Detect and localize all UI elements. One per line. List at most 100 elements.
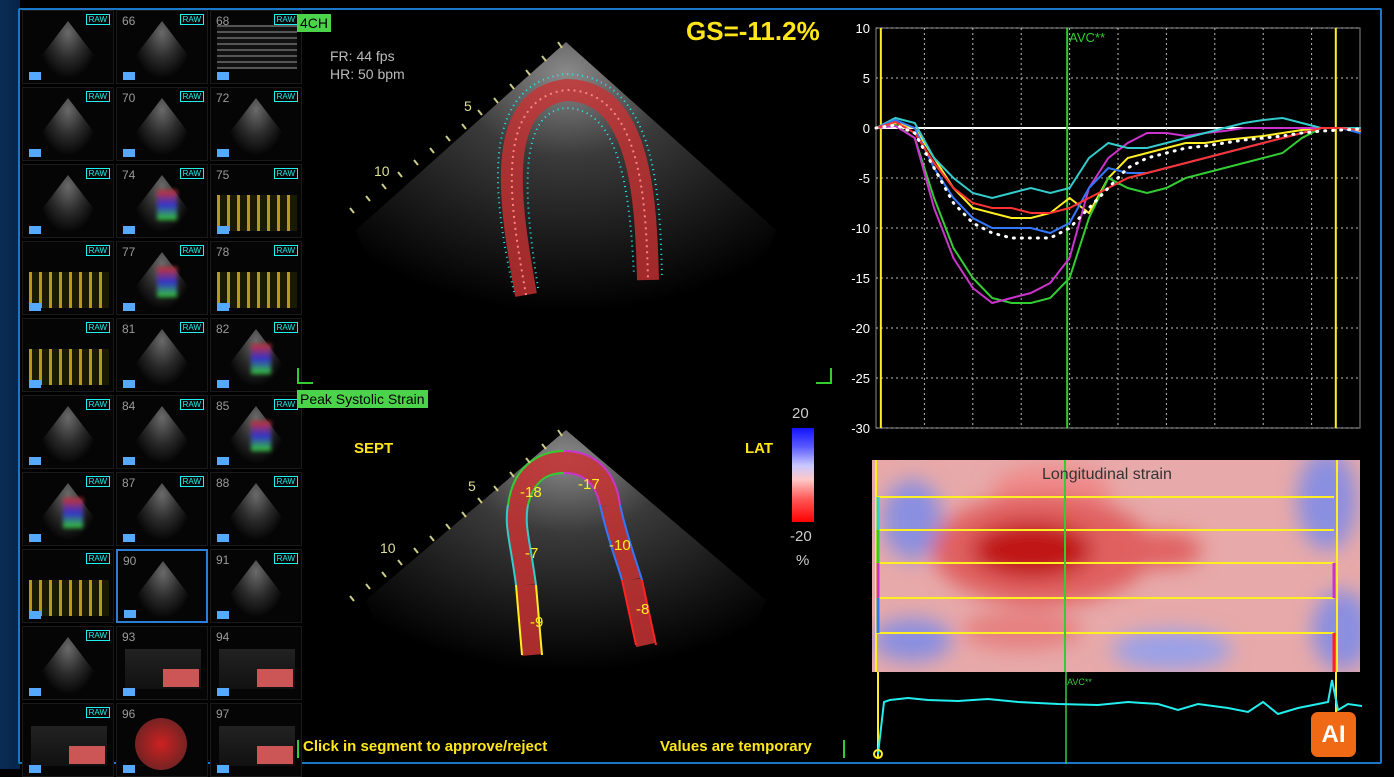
raw-badge: RAW [85, 399, 110, 410]
thumbnail-image [135, 718, 187, 770]
thumbnail-number: 72 [216, 91, 230, 105]
thumbnail-image [225, 98, 287, 156]
depth-label-10: 10 [380, 540, 396, 556]
thumbnail-number: 81 [122, 322, 136, 336]
thumbnail-number: 82 [216, 322, 230, 336]
thumbnail-number: 85 [216, 399, 230, 413]
thumbnail-number: 87 [122, 476, 136, 490]
raw-badge: RAW [179, 476, 204, 487]
thumbnail[interactable]: RAW [22, 164, 114, 238]
thumbnail[interactable]: 68 RAW [210, 10, 302, 84]
thumbnail-number: 75 [216, 168, 230, 182]
thumbnail-status-icon [29, 534, 41, 542]
thumbnail[interactable]: 78 RAW [210, 241, 302, 315]
thumbnail-status-icon [217, 534, 229, 542]
thumbnail-image [37, 98, 99, 156]
thumbnail[interactable]: 97 [210, 703, 302, 777]
strain-curves-chart[interactable]: 10 5 0 -5 -10 -15 -20 -25 -30 AVC** [840, 18, 1370, 438]
thumbnail-status-icon [29, 611, 41, 619]
thumbnail[interactable]: RAW [22, 10, 114, 84]
thumbnail[interactable]: 90 [116, 549, 208, 623]
raw-badge: RAW [179, 322, 204, 333]
thumbnail-image [63, 498, 83, 528]
temporary-note: Values are temporary [660, 738, 812, 755]
raw-badge: RAW [85, 322, 110, 333]
thumbnail-status-icon [123, 765, 135, 773]
echo-view-top[interactable] [296, 30, 836, 390]
thumbnail-number: 90 [123, 554, 137, 568]
thumbnail-status-icon [29, 688, 41, 696]
thumbnail[interactable]: 70 RAW [116, 87, 208, 161]
strain-view-tag[interactable]: Peak Systolic Strain [297, 390, 428, 408]
segment-strain-label[interactable]: -18 [520, 484, 542, 501]
y-tick-label: -10 [851, 221, 870, 236]
thumbnail-status-icon [124, 610, 136, 618]
thumbnail-image [31, 726, 107, 766]
thumbnail[interactable]: RAW [22, 626, 114, 700]
thumbnail-status-icon [123, 457, 135, 465]
thumbnail-status-icon [217, 611, 229, 619]
segment-strain-label[interactable]: -17 [578, 476, 600, 493]
strain-map[interactable] [872, 460, 1360, 672]
thumbnail-number: 91 [216, 553, 230, 567]
thumbnail-image [29, 349, 109, 385]
echo-view-bottom[interactable] [296, 410, 796, 730]
thumbnail-status-icon [217, 380, 229, 388]
ai-badge[interactable]: AI [1311, 712, 1356, 757]
thumbnail[interactable]: 66 RAW [116, 10, 208, 84]
thumbnail[interactable]: 91 RAW [210, 549, 302, 623]
thumbnail[interactable]: 87 RAW [116, 472, 208, 546]
thumbnail[interactable]: RAW [22, 87, 114, 161]
thumbnail-image [219, 726, 295, 766]
strain-map-title: Longitudinal strain [1042, 466, 1172, 483]
raw-badge: RAW [179, 14, 204, 25]
y-tick-label: -25 [851, 371, 870, 386]
thumbnail-image [131, 406, 193, 464]
thumbnail-image [29, 272, 109, 308]
thumbnail[interactable]: 77 RAW [116, 241, 208, 315]
thumbnail[interactable]: 74 RAW [116, 164, 208, 238]
thumbnail[interactable]: 94 [210, 626, 302, 700]
thumbnail-status-icon [217, 457, 229, 465]
thumbnail[interactable]: RAW [22, 395, 114, 469]
thumbnail[interactable]: RAW [22, 318, 114, 392]
thumbnail-number: 66 [122, 14, 136, 28]
segment-strain-label[interactable]: -10 [609, 537, 631, 554]
thumbnail-number: 84 [122, 399, 136, 413]
depth-label-5: 5 [464, 98, 472, 114]
thumbnail-image [225, 483, 287, 541]
thumbnail[interactable]: RAW [22, 241, 114, 315]
thumbnail-image [125, 649, 201, 689]
colorbar-unit: % [796, 552, 810, 569]
avc-label: AVC** [1069, 30, 1105, 45]
thumbnail[interactable]: 82 RAW [210, 318, 302, 392]
thumbnail[interactable]: RAW [22, 549, 114, 623]
raw-badge: RAW [179, 245, 204, 256]
thumbnail-status-icon [123, 380, 135, 388]
thumbnail[interactable]: 88 RAW [210, 472, 302, 546]
thumbnail[interactable]: 72 RAW [210, 87, 302, 161]
raw-badge: RAW [179, 399, 204, 410]
thumbnail-image [131, 21, 193, 79]
thumbnail-status-icon [217, 226, 229, 234]
thumbnail[interactable]: 81 RAW [116, 318, 208, 392]
thumbnail-number: 94 [216, 630, 230, 644]
thumbnail[interactable]: 96 [116, 703, 208, 777]
thumbnail[interactable]: 84 RAW [116, 395, 208, 469]
thumbnail[interactable]: 85 RAW [210, 395, 302, 469]
ecg-line [877, 679, 1362, 755]
thumbnail[interactable]: RAW [22, 472, 114, 546]
ecg-trace[interactable] [868, 672, 1362, 764]
raw-badge: RAW [273, 322, 298, 333]
thumbnail-strip: RAW 66 RAW 68 RAW RAW 70 RAW 72 RAW RAW 74 RAW 75 RAW R… [22, 10, 302, 777]
thumbnail-number: 88 [216, 476, 230, 490]
thumbnail[interactable]: 93 [116, 626, 208, 700]
segment-strain-label[interactable]: -9 [530, 614, 543, 631]
raw-badge: RAW [179, 91, 204, 102]
depth-label-10: 10 [374, 163, 390, 179]
approve-hint: Click in segment to approve/reject [303, 738, 548, 755]
thumbnail[interactable]: RAW [22, 703, 114, 777]
segment-strain-label[interactable]: -8 [636, 601, 649, 618]
thumbnail[interactable]: 75 RAW [210, 164, 302, 238]
segment-strain-label[interactable]: -7 [525, 545, 538, 562]
